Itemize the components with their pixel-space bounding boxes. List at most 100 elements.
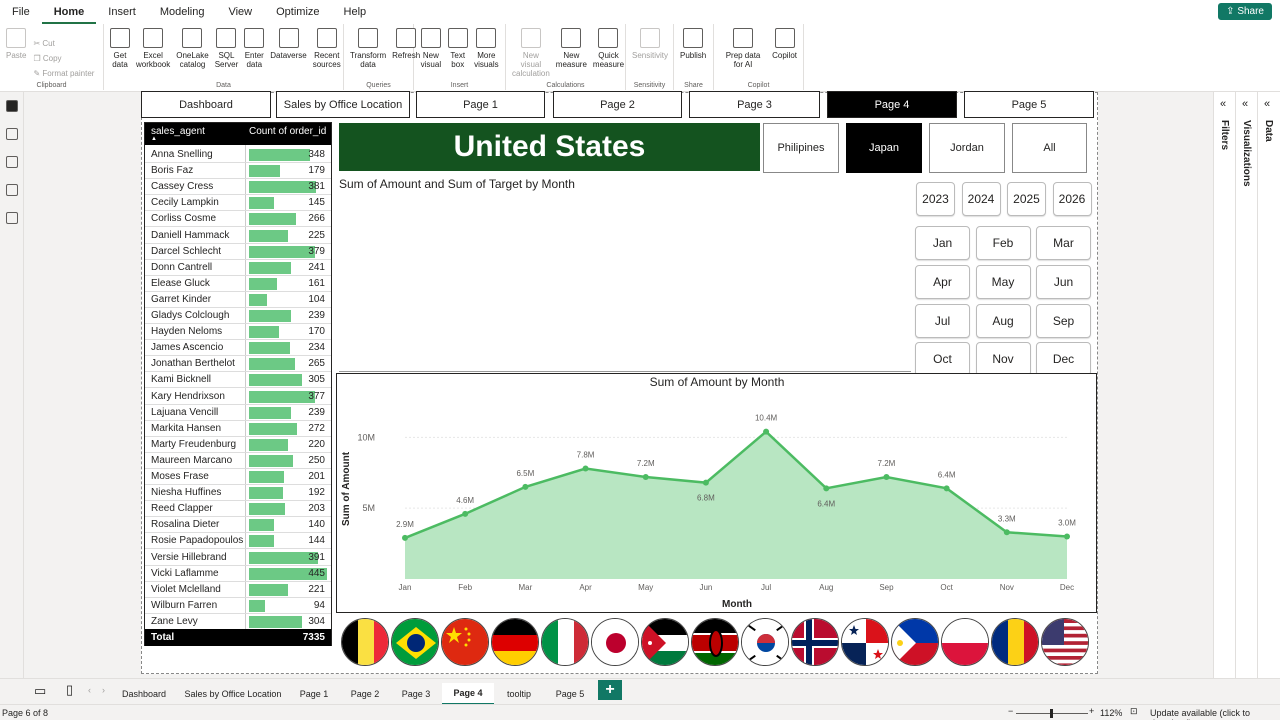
filters-pane[interactable]: «Filters [1213,92,1235,678]
flag-germany-icon[interactable] [491,618,539,666]
data-point[interactable] [1003,529,1010,536]
table-row[interactable]: Cassey Cress 381 [145,179,331,196]
desktop-layout-icon[interactable]: ▭ [34,683,46,699]
transform-data-button[interactable]: Transform data [347,26,389,90]
nav-button-page-5[interactable]: Page 5 [964,91,1094,118]
flag-kenya-icon[interactable] [691,618,739,666]
new-visual-button[interactable]: New visual [417,26,445,90]
table-row[interactable]: Hayden Neloms 170 [145,324,331,341]
flag-norway-icon[interactable] [791,618,839,666]
month-slicer-jul[interactable]: Jul [915,303,970,338]
nav-button-page-2[interactable]: Page 2 [553,91,682,118]
table-row[interactable]: Garret Kinder 104 [145,292,331,308]
new-measure-button[interactable]: New measure [553,26,590,90]
data-point[interactable] [462,510,469,517]
table-row[interactable]: Wilburn Farren 94 [145,598,331,614]
flag-china-icon[interactable] [441,618,489,666]
page-tab-page-2[interactable]: Page 2 [340,683,390,705]
table-row[interactable]: Maureen Marcano 250 [145,453,331,469]
collapse-icon[interactable]: « [1264,98,1270,110]
column-header-agent[interactable]: sales_agent [151,126,205,137]
menu-optimize[interactable]: Optimize [264,0,331,24]
add-page-button[interactable]: + [598,680,622,700]
data-point[interactable] [1064,533,1070,540]
page-tab-page-3[interactable]: Page 3 [392,683,440,705]
month-slicer-may[interactable]: May [975,264,1031,299]
table-row[interactable]: Violet Mclelland 221 [145,582,331,598]
visualizations-pane[interactable]: «Visualizations [1235,92,1257,678]
share-button[interactable]: ⇪ Share [1218,3,1272,20]
table-row[interactable]: Lajuana Vencill 239 [145,405,331,421]
table-row[interactable]: Corliss Cosme 266 [145,211,331,228]
format-painter-button[interactable]: ✎ Format painter [33,69,94,78]
scroll-left-icon[interactable]: ‹ [88,685,91,695]
table-row[interactable]: Kary Hendrixson 377 [145,389,331,405]
fit-to-page-icon[interactable]: ⊡ [1130,706,1138,717]
dax-query-view-icon[interactable] [6,184,18,196]
year-slicer-2023[interactable]: 2023 [916,182,955,216]
prep-data-for-ai-button[interactable]: Prep data for AI [717,26,769,90]
zoom-slider-handle[interactable] [1050,709,1053,718]
table-row[interactable]: Zane Levy 304 [145,614,331,630]
menu-file[interactable]: File [0,0,42,24]
column-header-count[interactable]: Count of order_id [249,126,326,137]
quick-measure-button[interactable]: Quick measure [590,26,627,90]
table-row[interactable]: Niesha Huffines 192 [145,485,331,502]
table-row[interactable]: Vicki Laflamme 445 [145,566,331,582]
table-row[interactable]: Reed Clapper 203 [145,501,331,518]
month-slicer-feb[interactable]: Feb [975,226,1031,260]
page-tab-page-4[interactable]: Page 4 [442,683,494,705]
menu-modeling[interactable]: Modeling [148,0,217,24]
data-point[interactable] [763,428,770,435]
data-point[interactable] [823,485,830,492]
country-button-japan[interactable]: Japan [846,123,922,173]
collapse-icon[interactable]: « [1242,98,1248,110]
page-tab-page-1[interactable]: Page 1 [290,683,338,705]
table-row[interactable]: Donn Cantrell 241 [145,260,331,276]
table-row[interactable]: James Ascencio 234 [145,340,331,357]
table-row[interactable]: Cecily Lampkin 145 [145,195,331,212]
month-slicer-jan[interactable]: Jan [915,226,970,260]
text-box-button[interactable]: Text box [445,26,471,90]
year-slicer-2026[interactable]: 2026 [1052,182,1092,216]
data-point[interactable] [702,479,709,486]
excel-workbook-button[interactable]: Excel workbook [133,26,173,90]
table-row[interactable]: Darcel Schlecht 379 [145,244,331,260]
flag-south-korea-icon[interactable] [741,618,789,666]
table-row[interactable]: Moses Frase 201 [145,469,331,485]
menu-help[interactable]: Help [332,0,379,24]
model-view-icon[interactable] [6,156,18,168]
sql-server-button[interactable]: SQL Server [212,26,242,90]
month-slicer-oct[interactable]: Oct [915,342,970,377]
sensitivity-button[interactable]: Sensitivity [629,26,671,90]
flag-united-states-icon[interactable] [1041,618,1089,666]
table-row[interactable]: Daniell Hammack 225 [145,228,331,244]
table-row[interactable]: Boris Faz 179 [145,163,331,180]
paste-button[interactable]: Paste [3,26,29,90]
month-slicer-dec[interactable]: Dec [1036,342,1091,377]
data-point[interactable] [883,474,890,480]
menu-insert[interactable]: Insert [96,0,148,24]
table-view-icon[interactable] [6,128,18,140]
data-point[interactable] [943,485,950,492]
sales-agent-table[interactable]: sales_agent ▲ Count of order_id Anna Sne… [144,122,332,646]
cut-button[interactable]: ✂ Cut [33,39,94,48]
zoom-out-icon[interactable]: − [1008,706,1013,716]
month-slicer-jun[interactable]: Jun [1036,264,1091,299]
page-tab-dashboard[interactable]: Dashboard [112,683,176,705]
flag-poland-icon[interactable] [941,618,989,666]
flag-philippines-icon[interactable] [891,618,939,666]
onelake-catalog-button[interactable]: OneLake catalog [173,26,211,90]
publish-button[interactable]: Publish [677,26,709,90]
get-data-button[interactable]: Get data [107,26,133,90]
country-button-all[interactable]: All [1012,123,1087,173]
year-slicer-2024[interactable]: 2024 [961,182,1001,216]
month-slicer-mar[interactable]: Mar [1036,226,1091,260]
page-tab-tooltip[interactable]: tooltip [496,683,542,705]
table-row[interactable]: Marty Freudenburg 220 [145,437,331,453]
table-row[interactable]: Rosalina Dieter 140 [145,517,331,534]
nav-button-sales-by-office-location[interactable]: Sales by Office Location [276,91,410,118]
flag-japan-icon[interactable] [591,618,639,666]
data-point[interactable] [402,534,408,541]
nav-button-dashboard[interactable]: Dashboard [141,91,271,118]
